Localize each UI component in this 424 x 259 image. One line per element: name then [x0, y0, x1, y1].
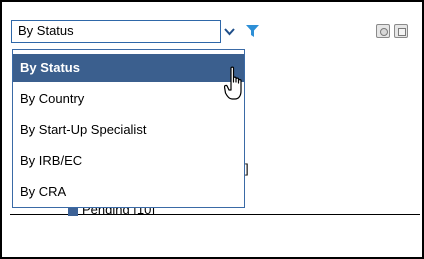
- option-by-status[interactable]: By Status: [13, 54, 244, 82]
- option-by-cra[interactable]: By CRA: [13, 178, 244, 206]
- option-by-irb-ec[interactable]: By IRB/EC: [13, 147, 244, 175]
- option-by-start-up-specialist[interactable]: By Start-Up Specialist: [13, 116, 244, 144]
- minimize-icon[interactable]: [394, 24, 408, 38]
- settings-icon[interactable]: [376, 24, 390, 38]
- group-by-dropdown-list: By Status By Country By Start-Up Special…: [12, 49, 245, 208]
- hand-pointer-cursor: [224, 66, 242, 100]
- chevron-down-icon[interactable]: [224, 28, 235, 36]
- group-by-select-value: By Status: [18, 23, 74, 38]
- option-by-country[interactable]: By Country: [13, 85, 244, 113]
- filter-icon[interactable]: [246, 25, 259, 37]
- background-chart-text: ]: [245, 161, 249, 176]
- group-by-select[interactable]: By Status: [11, 20, 221, 43]
